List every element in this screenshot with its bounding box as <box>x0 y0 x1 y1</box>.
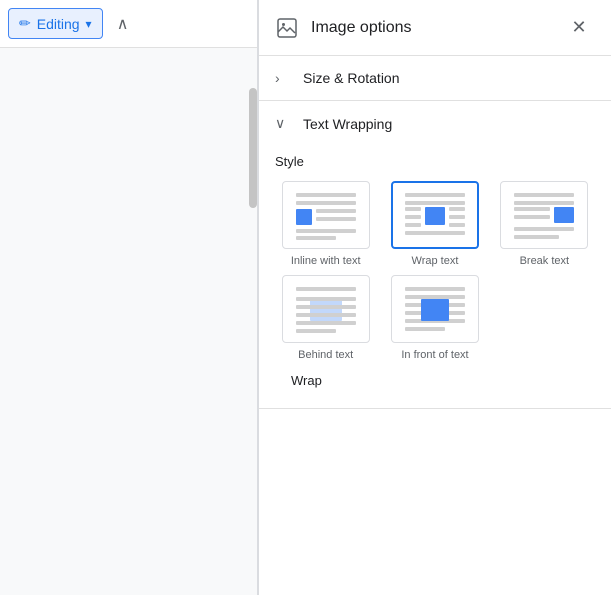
size-rotation-section: › Size & Rotation <box>259 56 611 101</box>
behind-icon-box <box>282 275 370 343</box>
scrollbar[interactable] <box>249 88 257 208</box>
style-option-wrap[interactable]: Wrap text <box>384 181 485 267</box>
image-icon <box>275 16 299 40</box>
style-option-behind[interactable]: Behind text <box>275 275 376 361</box>
text-wrapping-title: Text Wrapping <box>303 116 392 132</box>
close-button[interactable]: ✕ <box>563 12 595 44</box>
text-wrapping-section: ∨ Text Wrapping Style <box>259 101 611 409</box>
style-option-inline[interactable]: Inline with text <box>275 181 376 267</box>
close-icon: ✕ <box>571 17 586 38</box>
wrap-section-label: Wrap <box>275 373 595 388</box>
empty-cell <box>494 275 595 361</box>
chevron-down-icon: ∨ <box>275 115 295 132</box>
editing-button[interactable]: ✏ Editing ▾ <box>8 8 103 39</box>
text-wrapping-header[interactable]: ∨ Text Wrapping <box>259 101 611 146</box>
front-icon-box <box>391 275 479 343</box>
style-grid-row2: Behind text <box>275 275 595 361</box>
toolbar: ✏ Editing ▾ ∧ <box>0 0 257 48</box>
break-label: Break text <box>520 255 570 267</box>
panel-header: Image options ✕ <box>259 0 611 56</box>
text-wrapping-content: Style <box>259 146 611 408</box>
style-label: Style <box>275 154 595 169</box>
panel-title: Image options <box>311 19 551 37</box>
wrap-label-text: Wrap text <box>412 255 459 267</box>
size-rotation-title: Size & Rotation <box>303 70 400 86</box>
size-rotation-header[interactable]: › Size & Rotation <box>259 56 611 100</box>
break-icon-box <box>500 181 588 249</box>
chevron-up-icon: ∧ <box>117 14 129 34</box>
wrap-icon-box <box>391 181 479 249</box>
left-panel: ✏ Editing ▾ ∧ <box>0 0 258 595</box>
image-options-panel: Image options ✕ › Size & Rotation ∨ Text… <box>258 0 611 595</box>
chevron-right-icon: › <box>275 70 295 86</box>
style-option-front[interactable]: In front of text <box>384 275 485 361</box>
inline-label: Inline with text <box>291 255 361 267</box>
editing-label: Editing <box>37 16 80 32</box>
front-label: In front of text <box>401 349 468 361</box>
inline-icon-box <box>282 181 370 249</box>
document-area <box>0 48 257 595</box>
pencil-icon: ✏ <box>19 15 31 32</box>
style-option-break[interactable]: Break text <box>494 181 595 267</box>
behind-label: Behind text <box>298 349 353 361</box>
chevron-down-icon: ▾ <box>86 17 92 31</box>
collapse-button[interactable]: ∧ <box>107 8 139 40</box>
style-grid-row1: Inline with text <box>275 181 595 267</box>
